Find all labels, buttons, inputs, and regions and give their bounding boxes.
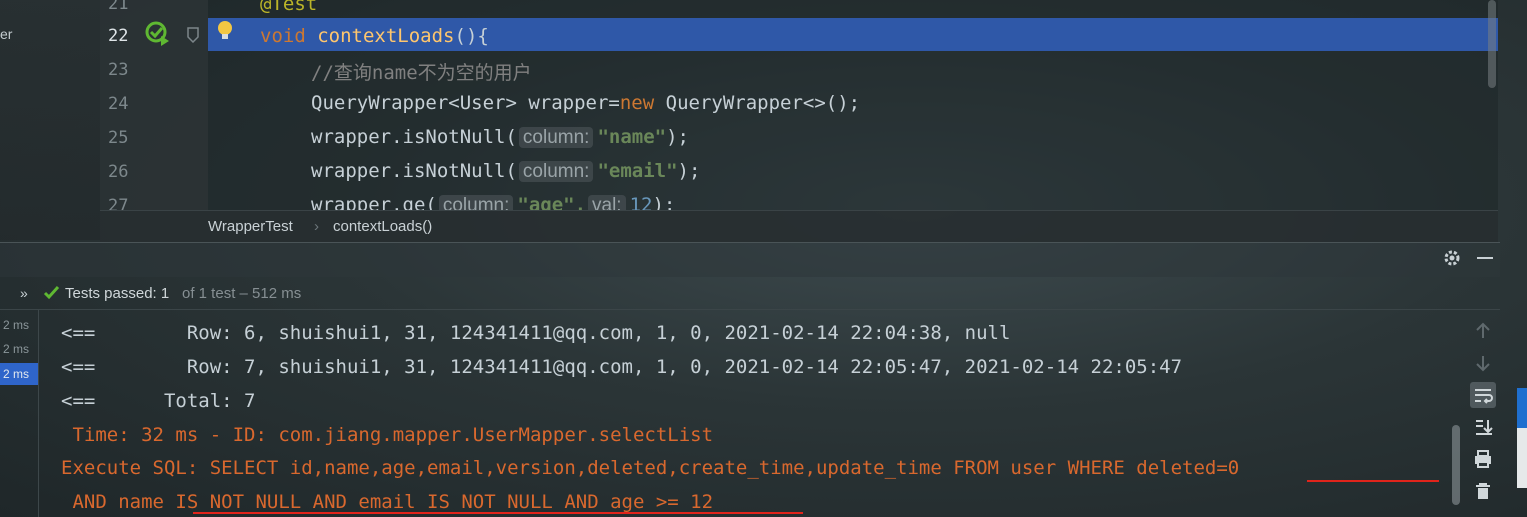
left-strip-label: er bbox=[0, 26, 13, 42]
tests-passed-label: Tests passed: 1 bbox=[65, 285, 170, 302]
parameter-hint: column: bbox=[518, 127, 594, 148]
string-literal: "age", bbox=[517, 194, 587, 210]
annotation: @Test bbox=[260, 0, 318, 15]
test-time[interactable]: 2 ms bbox=[0, 314, 39, 336]
line-number: 21 bbox=[108, 0, 129, 14]
keyword-new: new bbox=[619, 92, 655, 114]
scroll-to-end-icon[interactable] bbox=[1470, 414, 1496, 440]
console-sql-statement: Execute SQL: SELECT id,name,age,email,ve… bbox=[61, 457, 1240, 479]
line-number: 24 bbox=[108, 94, 129, 114]
check-icon bbox=[43, 285, 60, 300]
console-line: <== Total: 7 bbox=[61, 390, 256, 412]
code-text: QueryWrapper<User> wrapper= bbox=[311, 92, 620, 114]
left-project-strip: er bbox=[0, 0, 100, 240]
console-sql-statement: AND name IS NOT NULL AND email IS NOT NU… bbox=[61, 491, 714, 513]
print-icon[interactable] bbox=[1470, 446, 1496, 472]
line-number: 23 bbox=[108, 60, 129, 80]
bookmark-icon[interactable] bbox=[187, 27, 199, 43]
scroll-down-icon[interactable] bbox=[1470, 350, 1496, 376]
code-text: wrapper.isNotNull( bbox=[311, 160, 517, 182]
divider bbox=[38, 310, 39, 517]
soft-wrap-icon[interactable] bbox=[1470, 382, 1496, 408]
string-literal: "email" bbox=[597, 160, 678, 182]
red-underline-mark bbox=[1307, 480, 1439, 482]
red-underline-mark bbox=[193, 512, 803, 514]
parameter-hint: val: bbox=[588, 195, 626, 210]
console-sql-time: Time: 32 ms - ID: com.jiang.mapper.UserM… bbox=[61, 424, 714, 446]
number-literal: 12 bbox=[629, 194, 653, 210]
test-time-selected[interactable]: 2 ms bbox=[0, 363, 39, 385]
code-text: (){ bbox=[454, 25, 489, 47]
console-line: <== Row: 6, shuishui1, 31, 124341411@qq.… bbox=[61, 322, 1011, 344]
breadcrumb-class[interactable]: WrapperTest bbox=[208, 218, 293, 235]
intention-bulb-icon[interactable] bbox=[217, 20, 233, 42]
line-number: 25 bbox=[108, 128, 129, 148]
tests-detail-label: of 1 test – 512 ms bbox=[182, 285, 302, 302]
string-literal: "name" bbox=[597, 126, 667, 148]
line-number: 26 bbox=[108, 162, 129, 182]
test-time[interactable]: 2 ms bbox=[0, 338, 39, 360]
keyword-void: void bbox=[260, 25, 306, 47]
line-number: 22 bbox=[108, 26, 129, 46]
breadcrumb-separator: › bbox=[314, 218, 319, 235]
window-edge-accent bbox=[1517, 428, 1527, 488]
console-scrollbar[interactable] bbox=[1452, 425, 1460, 505]
divider bbox=[0, 309, 1500, 310]
code-text: ); bbox=[652, 194, 676, 210]
breadcrumb: WrapperTest › contextLoads() bbox=[100, 210, 1498, 243]
trash-icon[interactable] bbox=[1470, 478, 1496, 504]
expand-icon[interactable]: » bbox=[20, 285, 28, 301]
settings-icon[interactable] bbox=[1443, 249, 1461, 267]
editor-scrollbar[interactable] bbox=[1488, 0, 1496, 88]
code-text: wrapper.ge( bbox=[311, 194, 437, 210]
method-name: contextLoads bbox=[317, 25, 455, 47]
code-text: ); bbox=[666, 126, 689, 148]
code-text: ); bbox=[677, 160, 701, 182]
parameter-hint: column: bbox=[518, 161, 594, 182]
run-tool-window-header bbox=[0, 242, 1500, 277]
breadcrumb-method[interactable]: contextLoads() bbox=[333, 218, 432, 235]
code-comment: //查询name不为空的用户 bbox=[311, 62, 532, 84]
parameter-hint: column: bbox=[438, 195, 514, 210]
code-text: QueryWrapper<>(); bbox=[654, 92, 861, 114]
console-line: <== Row: 7, shuishui1, 31, 124341411@qq.… bbox=[61, 356, 1183, 378]
window-edge-accent bbox=[1517, 388, 1527, 428]
run-test-icon[interactable] bbox=[145, 20, 171, 46]
minimize-icon[interactable] bbox=[1477, 257, 1493, 259]
code-text: wrapper.isNotNull( bbox=[311, 126, 517, 148]
scroll-up-icon[interactable] bbox=[1470, 318, 1496, 344]
